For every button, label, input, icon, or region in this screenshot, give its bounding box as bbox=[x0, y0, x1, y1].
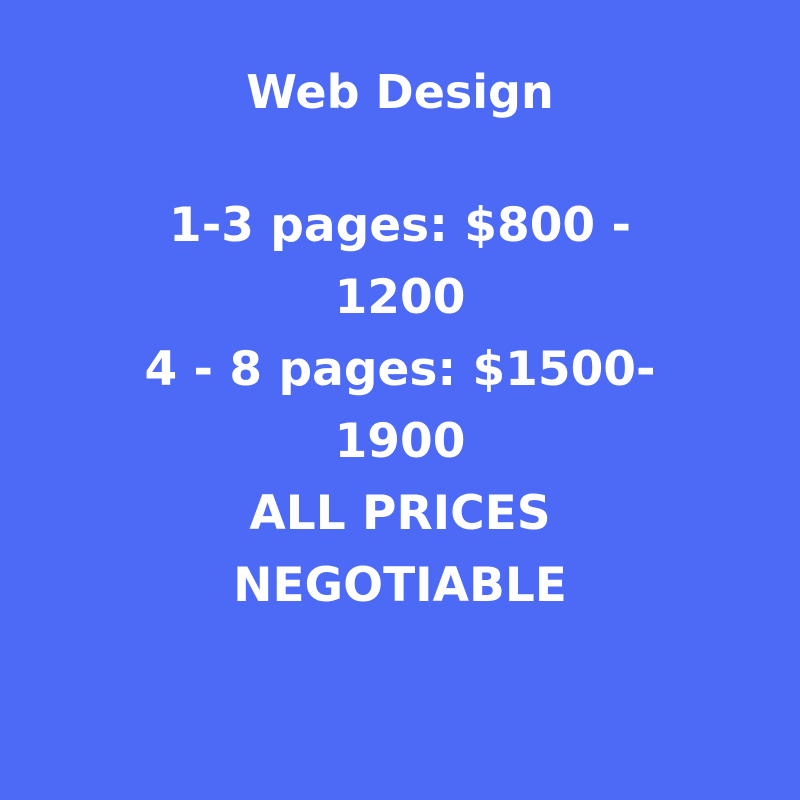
price-line-1-3-pages-continued: 1200 bbox=[334, 270, 466, 325]
pricing-text: 1-3 pages: $800 - 1200 4 - 8 pages: $150… bbox=[40, 190, 760, 622]
price-line-4-8-pages-continued: 1900 bbox=[334, 414, 466, 469]
negotiable-line-2: NEGOTIABLE bbox=[233, 558, 567, 613]
page-title: Web Design bbox=[246, 65, 554, 119]
pricing-card: Web Design 1-3 pages: $800 - 1200 4 - 8 … bbox=[0, 0, 800, 800]
price-line-1-3-pages: 1-3 pages: $800 - bbox=[169, 198, 631, 253]
price-line-4-8-pages: 4 - 8 pages: $1500- bbox=[144, 342, 656, 397]
negotiable-line-1: ALL PRICES bbox=[249, 486, 551, 541]
